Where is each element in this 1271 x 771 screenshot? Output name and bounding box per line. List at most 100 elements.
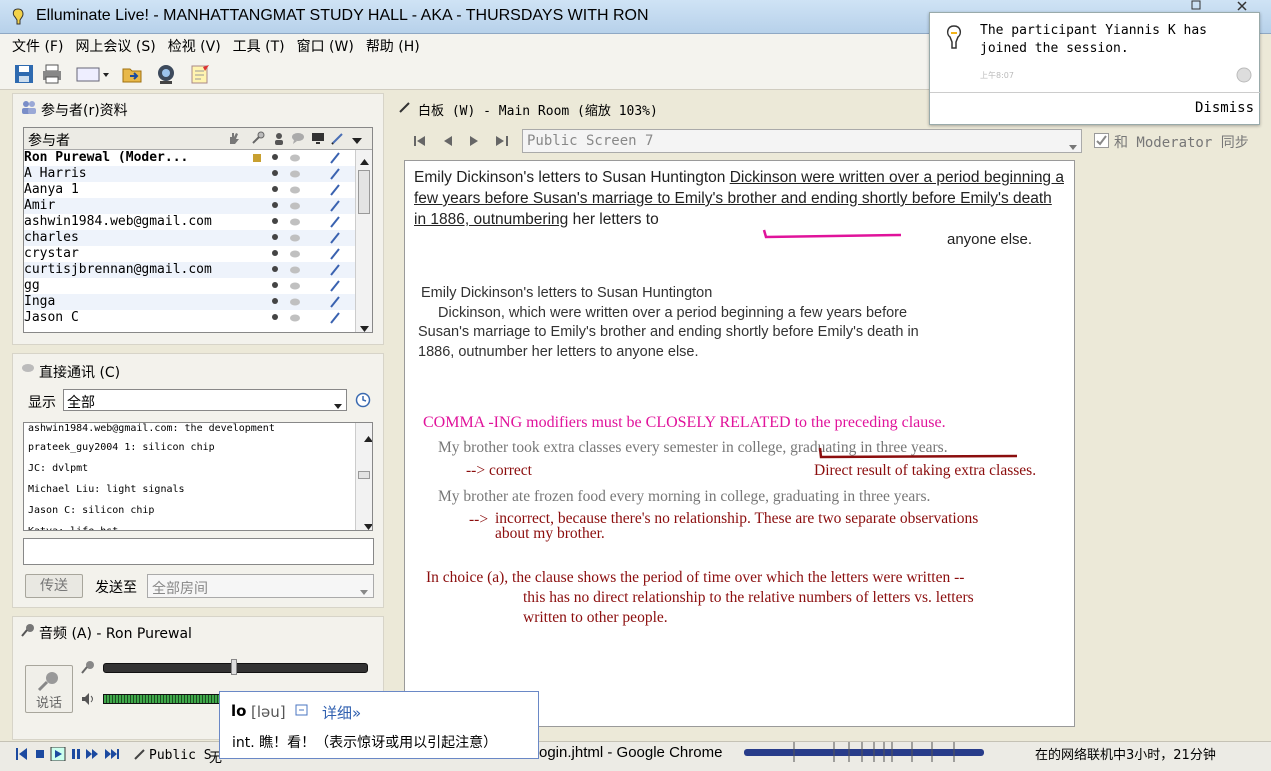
example-1-verdict: --> correct xyxy=(466,462,532,479)
whiteboard-pen-icon[interactable] xyxy=(331,131,345,149)
chat-bubble-icon xyxy=(290,282,300,290)
chat-bubble-icon xyxy=(21,363,35,379)
whiteboard-pen-icon xyxy=(330,184,340,196)
audio-user-icon xyxy=(272,218,278,224)
participant-name: Ron Purewal (Moder... xyxy=(24,150,189,165)
speaker-level-meter[interactable] xyxy=(103,694,223,704)
whiteboard-pen-icon xyxy=(330,264,340,276)
microphone-icon xyxy=(21,623,35,641)
participant-name: Jason C xyxy=(24,310,79,325)
details-link-icon[interactable] xyxy=(295,704,309,721)
menu-tools[interactable]: 工具 (T) xyxy=(227,34,291,58)
rule-note: COMMA -ING modifiers must be CLOSELY REL… xyxy=(423,414,946,431)
mic-volume-thumb[interactable] xyxy=(231,659,237,675)
talk-button-label: 说话 xyxy=(35,696,62,711)
audio-user-icon xyxy=(272,202,278,208)
menu-view[interactable]: 检视 (V) xyxy=(162,34,227,58)
chat-message: Katya: life hst xyxy=(24,521,372,530)
notes-icon[interactable] xyxy=(188,62,212,86)
whiteboard-canvas[interactable]: Emily Dickinson's letters to Susan Hunti… xyxy=(404,160,1075,727)
menu-file[interactable]: 文件 (F) xyxy=(0,34,69,58)
audio-title: 音频 (A) - Ron Purewal xyxy=(39,626,192,642)
scroll-thumb[interactable] xyxy=(358,170,370,214)
save-icon[interactable] xyxy=(12,62,36,86)
block-2-line-2: Dickinson, which were written over a per… xyxy=(438,304,908,321)
participants-scrollbar[interactable] xyxy=(355,150,372,332)
chat-bubble-icon xyxy=(290,218,300,226)
window-restore-icon[interactable] xyxy=(1186,0,1206,12)
example-2-verdict-line-1: incorrect, because there's no relationsh… xyxy=(495,510,979,527)
sentence-1-end: her letters to xyxy=(568,211,659,228)
block-2-line-4c: anyone else. xyxy=(616,343,699,360)
notification-divider xyxy=(930,92,1261,93)
last-screen-icon[interactable] xyxy=(496,135,508,150)
scroll-down-icon[interactable] xyxy=(360,321,369,336)
moderator-key-icon[interactable] xyxy=(251,131,265,149)
sentence-block-2: Emily Dickinson's letters to Susan Hunti… xyxy=(418,284,1058,362)
screen-select[interactable]: Public Screen 7 xyxy=(522,129,1082,153)
scroll-thumb[interactable] xyxy=(358,471,370,479)
send-button-label: 传送 xyxy=(40,578,68,594)
chat-message: Jason C: silicon chip xyxy=(28,505,155,516)
chat-bubble-icon xyxy=(290,186,300,194)
choice-note-line-1: In choice (a), the clause shows the peri… xyxy=(426,569,965,586)
whiteboard-title: 白板 (W) - Main Room (缩放 103%) xyxy=(418,104,658,119)
whiteboard-pen-icon xyxy=(398,100,412,118)
scroll-up-icon[interactable] xyxy=(360,154,369,169)
elluminate-bulb-icon xyxy=(944,25,964,55)
chat-input[interactable] xyxy=(23,538,374,565)
chat-bubble-icon xyxy=(290,154,300,162)
talk-button[interactable]: 说话 xyxy=(25,665,73,713)
darkred-underline-mark xyxy=(818,447,1018,459)
audio-user-icon[interactable] xyxy=(272,131,286,149)
chat-bubble-icon xyxy=(290,234,300,242)
example-2-verdict-line-2: about my brother. xyxy=(495,525,605,542)
first-screen-icon[interactable] xyxy=(414,135,426,150)
chat-scrollbar[interactable] xyxy=(355,423,372,530)
audio-user-icon xyxy=(272,314,278,320)
prev-screen-icon[interactable] xyxy=(442,135,452,150)
screen-select-value: Public Screen 7 xyxy=(527,133,654,149)
sync-checkbox[interactable] xyxy=(1094,133,1109,148)
columns-dropdown-icon[interactable] xyxy=(352,135,362,150)
screen-share-icon[interactable] xyxy=(311,131,325,149)
window-close-icon[interactable] xyxy=(1233,0,1253,12)
chat-filter-select[interactable]: 全部 xyxy=(63,389,347,411)
whiteboard-pen-icon xyxy=(330,312,340,324)
chat-bubble-icon[interactable] xyxy=(291,131,305,149)
next-screen-icon[interactable] xyxy=(470,135,480,150)
menu-window[interactable]: 窗口 (W) xyxy=(291,34,360,58)
window-title: Elluminate Live! - MANHATTANGMAT STUDY H… xyxy=(36,7,649,24)
whiteboard-pen-icon xyxy=(330,216,340,228)
app-logo-icon xyxy=(10,8,26,26)
details-link[interactable]: 详细» xyxy=(322,702,361,723)
dismiss-button[interactable]: Dismiss xyxy=(1195,100,1254,116)
clock-icon[interactable] xyxy=(355,392,371,412)
menu-session[interactable]: 网上会议 (S) xyxy=(69,34,161,58)
participant-name: charles xyxy=(24,230,79,245)
screen-pen-icon xyxy=(134,748,146,764)
layout-dropdown-icon[interactable] xyxy=(74,62,114,86)
audio-user-icon xyxy=(272,170,278,176)
participants-panel: 参与者(r)资料 参与者 Ron Purewal (Moder... A Har… xyxy=(12,93,384,345)
notification-status-icon xyxy=(1236,67,1252,87)
example-2: My brother ate frozen food every morning… xyxy=(438,488,931,505)
participant-name: Aanya 1 xyxy=(24,182,79,197)
chevron-down-icon xyxy=(1069,139,1077,154)
chat-message: ashwin1984.web@gmail.com: the developmen… xyxy=(28,423,275,434)
menu-bar: 文件 (F) 网上会议 (S) 检视 (V) 工具 (T) 窗口 (W) 帮助 (H) xyxy=(0,34,930,58)
send-to-select[interactable]: 全部房间 xyxy=(147,574,374,598)
print-icon[interactable] xyxy=(40,62,64,86)
scroll-down-icon[interactable] xyxy=(360,517,372,530)
send-button[interactable]: 传送 xyxy=(25,574,83,598)
sentence-1-start: Emily Dickinson's letters to Susan Hunti… xyxy=(414,169,730,186)
chrome-taskbar-item[interactable]: ogin.jhtml - Google Chrome xyxy=(539,744,722,761)
column-participant[interactable]: 参与者 xyxy=(28,130,70,150)
chat-bubble-icon xyxy=(290,298,300,306)
whiteboard-pen-icon xyxy=(330,248,340,260)
transfer-folder-icon[interactable] xyxy=(120,62,144,86)
menu-help[interactable]: 帮助 (H) xyxy=(360,34,426,58)
scroll-up-icon[interactable] xyxy=(360,429,372,450)
raise-hand-icon[interactable] xyxy=(227,131,241,149)
webcam-icon[interactable] xyxy=(154,62,178,86)
